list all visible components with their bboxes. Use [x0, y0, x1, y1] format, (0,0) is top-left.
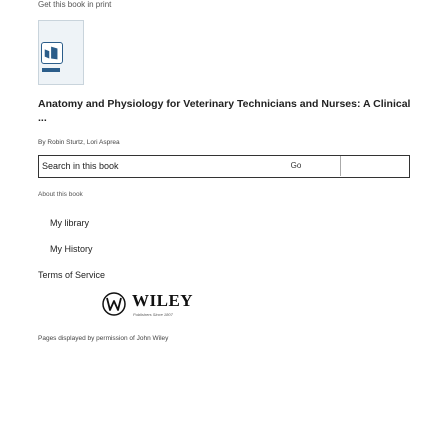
cover-accent-bar — [42, 68, 60, 72]
book-cover[interactable] — [38, 20, 84, 85]
about-book-link[interactable]: About this book — [38, 191, 83, 198]
search-divider-right — [340, 156, 341, 176]
permission-note: Pages displayed by permission of John Wi… — [38, 335, 169, 342]
terms-of-service-link[interactable]: Terms of Service — [38, 270, 105, 280]
go-button[interactable]: Go — [253, 156, 339, 176]
wiley-logo-text: WILEY — [132, 291, 194, 310]
get-book-link[interactable]: Get this book in print — [38, 0, 111, 10]
book-cover-icon — [41, 42, 63, 64]
search-input[interactable] — [39, 156, 249, 176]
search-bar: Go — [38, 155, 410, 178]
my-library-link[interactable]: My library — [50, 218, 89, 228]
wiley-logo-icon[interactable]: WILEY Publishers Since 1807 — [100, 291, 240, 323]
book-title: Anatomy and Physiology for Veterinary Te… — [38, 98, 411, 124]
my-history-link[interactable]: My History — [50, 244, 93, 254]
wiley-logo-subtext: Publishers Since 1807 — [133, 312, 173, 317]
book-authors: By Robin Sturtz, Lori Asprea — [38, 139, 120, 146]
